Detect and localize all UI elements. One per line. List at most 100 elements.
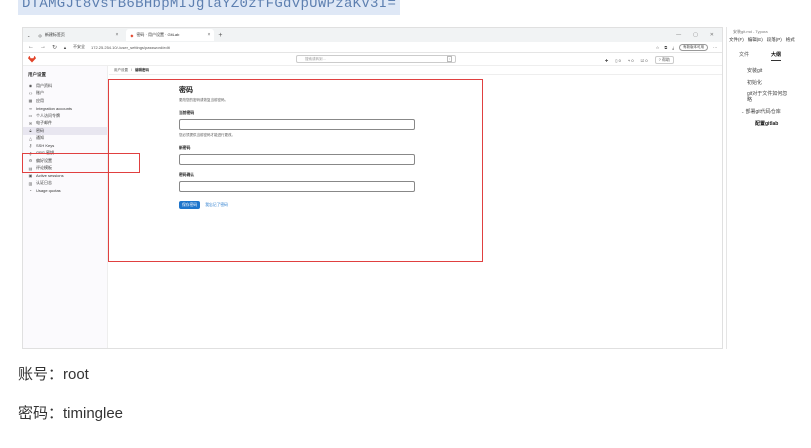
search-shortcut: / [447,56,452,62]
account-note: 账号：root [18,366,89,383]
mail-icon: ✉ [28,120,33,126]
apps-icon: ▦ [28,98,33,104]
account-icon: ⚇ [28,90,33,96]
insecure-label: 不安全 [73,44,85,49]
outline-item[interactable]: git对于文件如何忽略 [727,91,789,103]
window-controls: — ▢ ✕ [676,32,722,38]
outline-item-label: 部署git代码仓库 [745,109,781,115]
annotation-box-sidebar [22,153,140,173]
sidebar-title: 用户设置 [28,72,46,77]
outline-list: 安装git 初始化 git对于文件如何忽略 ⌄ 部署git代码仓库 配置gitl… [727,67,811,127]
search-placeholder: 搜索或转到… [305,56,326,61]
search-input[interactable]: 搜索或转到… / [296,55,456,63]
annotation-box-form [108,79,483,262]
breadcrumb: 用户设置 / 编辑密码 [109,66,722,75]
outline-item-expandable[interactable]: ⌄ 部署git代码仓库 [727,108,811,115]
tab-files[interactable]: 文件 [739,51,749,61]
code-text: DTAMGJt8vsfB6BHbpMIJglaYZ0zfFGdvpUWPzaKV… [18,0,401,15]
breadcrumb-separator: / [131,68,132,72]
download-icon[interactable]: ⤓ [672,45,674,50]
close-icon[interactable]: × [207,32,210,38]
warning-icon: ▲ [63,44,67,50]
sidebar-item-ssh-keys[interactable]: ⚷ SSH Keys [23,142,107,150]
sidebar-item-label: 密码 [36,127,44,133]
breadcrumb-current: 编辑密码 [134,67,149,72]
sidebar-item-account[interactable]: ⚇ 账户 [23,90,107,98]
plus-icon[interactable]: ✚ [605,58,608,63]
todos-count: 0 [645,57,648,63]
todos-counter[interactable]: ☑ 0 [641,58,648,63]
menu-format[interactable]: 格式 [786,37,795,43]
update-button[interactable]: 有新版本可用 [679,43,708,51]
bell-icon: △ [28,135,33,141]
tab-new[interactable]: ◎ 新建标签页 × [34,29,122,41]
monitor-icon: ▣ [28,173,33,179]
extensions-icon[interactable]: ⧉ [664,45,667,50]
close-window-icon[interactable]: ✕ [710,32,714,38]
gitlab-logo-icon[interactable] [28,55,36,63]
outline-item[interactable]: 初始化 [727,79,811,86]
sidebar-item-integrations[interactable]: ∞ Integration accounts [23,105,107,113]
menu-paragraph[interactable]: 段落(P) [767,37,782,43]
gitlab-header: 搜索或转到… / ✚ ▯ 0 ⑂ 0 ☑ 0 ? 帮助 [23,53,722,66]
issues-count: 0 [618,57,621,63]
sidebar-item-label: 用户资料 [36,82,52,88]
log-icon: ▥ [28,180,33,186]
sidebar-item-tokens[interactable]: ▭ 个人访问令牌 [23,112,107,120]
star-icon[interactable]: ☆ [656,45,660,50]
tab-gitlab[interactable]: ◆ 密码 · 用户设置 · GitLab × [126,29,215,41]
user-icon: ◉ [28,83,33,89]
address-bar: ← → ↻ ▲ 不安全 172.25.254.10/-/user_setting… [23,42,722,53]
sidebar-item-profile[interactable]: ◉ 用户资料 [23,82,107,90]
mrs-count: 0 [631,57,634,63]
sidebar-item-label: SSH Keys [36,143,55,149]
tab-outline[interactable]: 大纲 [771,51,782,61]
breadcrumb-parent[interactable]: 用户设置 [114,68,128,73]
sidebar-item-label: 认证日志 [36,180,52,186]
tab-label: 新建标签页 [44,32,65,37]
sidebar-item-label: 账户 [36,90,44,96]
minimize-icon[interactable]: — [676,32,681,38]
menu-edit[interactable]: 编辑(E) [748,37,763,43]
sidebar-item-emails[interactable]: ✉ 电子邮件 [23,120,107,128]
url-input[interactable]: 172.25.254.10/-/user_settings/password/e… [91,45,650,50]
new-tab-icon[interactable]: + [218,32,222,39]
merge-requests-counter[interactable]: ⑂ 0 [628,58,634,63]
back-icon[interactable]: ← [28,44,34,50]
gitlab-tab-icon: ◆ [130,32,134,38]
menu-file[interactable]: 文件(F) [729,37,744,43]
reload-icon[interactable]: ↻ [52,44,57,51]
typora-menu: 文件(F) 编辑(E) 段落(P) 格式 [727,35,811,43]
globe-icon: ◎ [38,32,42,38]
sidebar-item-notifications[interactable]: △ 通知 [23,135,107,143]
sidebar-item-password[interactable]: 🔒︎ 密码 [23,127,107,135]
sidebar-item-usage-quotas[interactable]: ◔ Usage quotas [23,187,107,195]
sidebar-item-auth-log[interactable]: ▥ 认证日志 [23,180,107,188]
sidebar-item-label: Active sessions [36,173,64,179]
outline-item[interactable]: 安装git [727,67,811,74]
sidebar-item-label: 应用 [36,97,44,103]
maximize-icon[interactable]: ▢ [693,32,698,38]
sidebar-item-active-sessions[interactable]: ▣ Active sessions [23,172,107,180]
sidebar-item-label: 通知 [36,135,44,141]
typora-title: 安装git.md - Typora [733,29,768,34]
issues-counter[interactable]: ▯ 0 [615,58,621,63]
password-note: 密码：timinglee [18,405,124,422]
token-icon: ▭ [28,113,33,119]
chevron-down-icon[interactable]: ⌄ [27,33,30,38]
sidebar-item-label: 电子邮件 [36,120,52,126]
more-icon[interactable]: ⋯ [713,45,717,50]
sidebar-item-applications[interactable]: ▦ 应用 [23,97,107,105]
help-button[interactable]: ? 帮助 [654,56,674,64]
sidebar-item-label: 个人访问令牌 [36,112,60,118]
help-label: 帮助 [661,57,670,62]
tab-bar: ⌄ ◎ 新建标签页 × ◆ 密码 · 用户设置 · GitLab × + — ▢… [23,28,722,42]
typora-window: 安装git.md - Typora 文件(F) 编辑(E) 段落(P) 格式 文… [726,27,811,349]
outline-item[interactable]: 配置gitlab [727,120,811,127]
sidebar: 用户设置 ◉ 用户资料 ⚇ 账户 ▦ 应用 ∞ Integration accounts… [23,66,108,348]
close-icon[interactable]: × [115,32,118,38]
forward-icon[interactable]: → [40,44,46,50]
key-icon: ⚷ [29,143,32,149]
header-actions: ✚ ▯ 0 ⑂ 0 ☑ 0 ? 帮助 [605,56,674,64]
lock-icon: 🔒︎ [29,128,32,134]
